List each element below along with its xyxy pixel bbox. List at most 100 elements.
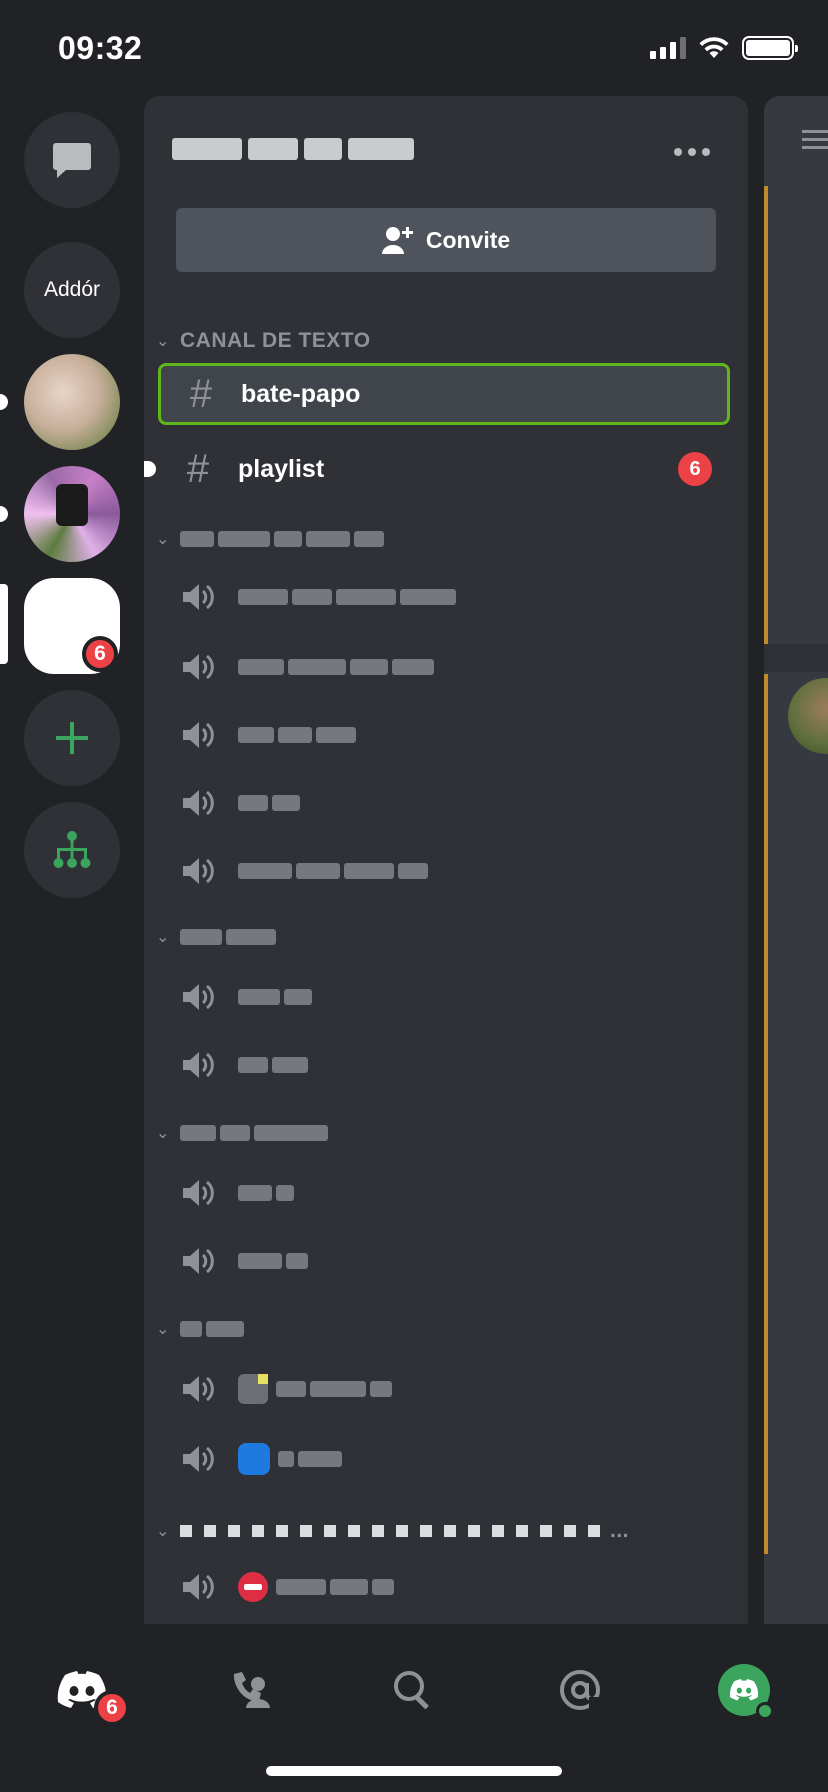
more-dots-icon[interactable]	[674, 148, 710, 156]
redacted-channel-name	[278, 1451, 342, 1467]
voice-channel[interactable]	[158, 1358, 730, 1420]
add-server-button[interactable]	[24, 690, 120, 786]
chevron-down-icon: ⌄	[156, 333, 170, 350]
invite-label: Convite	[425, 226, 511, 253]
cellular-signal-icon	[650, 37, 686, 59]
speaker-icon	[183, 584, 214, 610]
server-icon-addor[interactable]: Addór	[24, 242, 120, 338]
home-indicator[interactable]	[266, 1766, 562, 1776]
voice-channel[interactable]	[158, 566, 730, 628]
voice-channel[interactable]	[158, 1230, 730, 1292]
voice-channel[interactable]	[158, 636, 730, 698]
chevron-down-icon: ⌄	[156, 929, 170, 946]
unread-indicator	[0, 394, 8, 410]
battery-icon	[742, 36, 798, 60]
speaker-icon	[183, 984, 214, 1010]
voice-channel[interactable]	[158, 704, 730, 766]
voice-channel[interactable]	[158, 1034, 730, 1096]
add-friend-icon	[381, 227, 413, 254]
chat-bubble-icon	[53, 143, 91, 178]
server-avatar[interactable]	[24, 466, 120, 562]
channel-label: bate-papo	[241, 379, 361, 408]
tab-search[interactable]	[373, 1650, 453, 1730]
avatar-figure	[56, 484, 88, 526]
speaker-icon	[183, 790, 214, 816]
category-squares[interactable]: ⌄ ...	[156, 1516, 629, 1546]
hamburger-menu-icon[interactable]	[802, 128, 828, 152]
hash-icon: #	[186, 446, 210, 491]
tab-home[interactable]: 6	[42, 1650, 130, 1730]
server-avatar[interactable]	[24, 354, 120, 450]
redacted-label	[180, 1321, 244, 1337]
channel-panel: Convite ⌄ CANAL DE TEXTO # bate-papo # p…	[144, 96, 748, 1624]
redacted-channel-name	[238, 589, 456, 605]
speaker-icon	[183, 1574, 214, 1600]
home-notification-badge: 6	[94, 1690, 130, 1726]
speaker-icon	[183, 1052, 214, 1078]
category-label: CANAL DE TEXTO	[180, 329, 371, 352]
channel-emoji-icon	[238, 1374, 268, 1404]
channel-emoji-icon	[238, 1443, 270, 1475]
redacted-label	[180, 531, 384, 547]
channel-bate-papo[interactable]: # bate-papo	[158, 363, 730, 425]
channel-playlist[interactable]: # playlist 6	[144, 438, 730, 500]
chevron-down-icon: ⌄	[156, 1125, 170, 1142]
redacted-channel-name	[238, 727, 356, 743]
redacted-channel-name	[238, 863, 428, 879]
square-glyphs	[180, 1525, 600, 1537]
notification-badge: 6	[82, 636, 118, 672]
category-text-channels[interactable]: ⌄ CANAL DE TEXTO	[156, 326, 371, 356]
voice-channel[interactable]	[158, 840, 730, 902]
channel-mention-badge: 6	[678, 452, 712, 486]
speaker-icon	[183, 654, 214, 680]
voice-channel[interactable]	[158, 772, 730, 834]
tab-friends[interactable]	[210, 1650, 290, 1730]
voice-channel[interactable]	[158, 966, 730, 1028]
status-time: 09:32	[58, 30, 143, 66]
redacted-channel-name	[238, 659, 434, 675]
server-icon-label: Addór	[43, 278, 101, 301]
chevron-down-icon: ⌄	[156, 1321, 170, 1338]
friends-icon	[233, 1672, 270, 1708]
chevron-down-icon: ⌄	[156, 531, 170, 548]
wifi-icon	[699, 37, 729, 58]
direct-messages-button[interactable]	[24, 112, 120, 208]
speaker-icon	[183, 722, 214, 748]
tab-mentions[interactable]	[540, 1650, 620, 1730]
category-ellipsis: ...	[610, 1519, 630, 1542]
redacted-channel-name	[276, 1381, 392, 1397]
category-voice-redacted[interactable]: ⌄	[156, 524, 384, 554]
category-voice-redacted[interactable]: ⌄	[156, 1118, 328, 1148]
message-avatar[interactable]	[788, 678, 828, 754]
redacted-channel-name	[276, 1579, 394, 1595]
invite-button[interactable]: Convite	[176, 208, 716, 272]
plus-icon	[56, 722, 88, 754]
speaker-icon	[183, 1446, 214, 1472]
category-voice-redacted[interactable]: ⌄	[156, 1314, 244, 1344]
speaker-icon	[183, 1180, 214, 1206]
chat-panel-peek[interactable]	[764, 96, 828, 1624]
speaker-icon	[183, 858, 214, 884]
explore-servers-button[interactable]	[24, 802, 120, 898]
online-status-icon	[756, 1702, 774, 1720]
unread-indicator	[144, 461, 156, 477]
category-voice-redacted[interactable]: ⌄	[156, 922, 276, 952]
voice-channel[interactable]	[158, 1162, 730, 1224]
redacted-channel-name	[238, 795, 300, 811]
speaker-icon	[183, 1376, 214, 1402]
peek-divider	[764, 644, 828, 672]
discord-avatar-icon	[729, 1679, 759, 1701]
profile-avatar	[718, 1664, 774, 1720]
tab-profile[interactable]	[704, 1650, 784, 1730]
search-icon	[394, 1671, 429, 1710]
status-bar: 09:32	[0, 0, 828, 96]
voice-channel[interactable]	[158, 1428, 730, 1490]
redacted-channel-name	[238, 1057, 308, 1073]
selected-server-indicator	[0, 584, 8, 664]
redacted-channel-name	[238, 1253, 308, 1269]
voice-channel[interactable]	[158, 1556, 730, 1618]
status-icons	[650, 36, 798, 60]
redacted-label	[180, 929, 276, 945]
server-name-redacted	[172, 138, 432, 164]
message-highlight-bar	[764, 674, 768, 1554]
